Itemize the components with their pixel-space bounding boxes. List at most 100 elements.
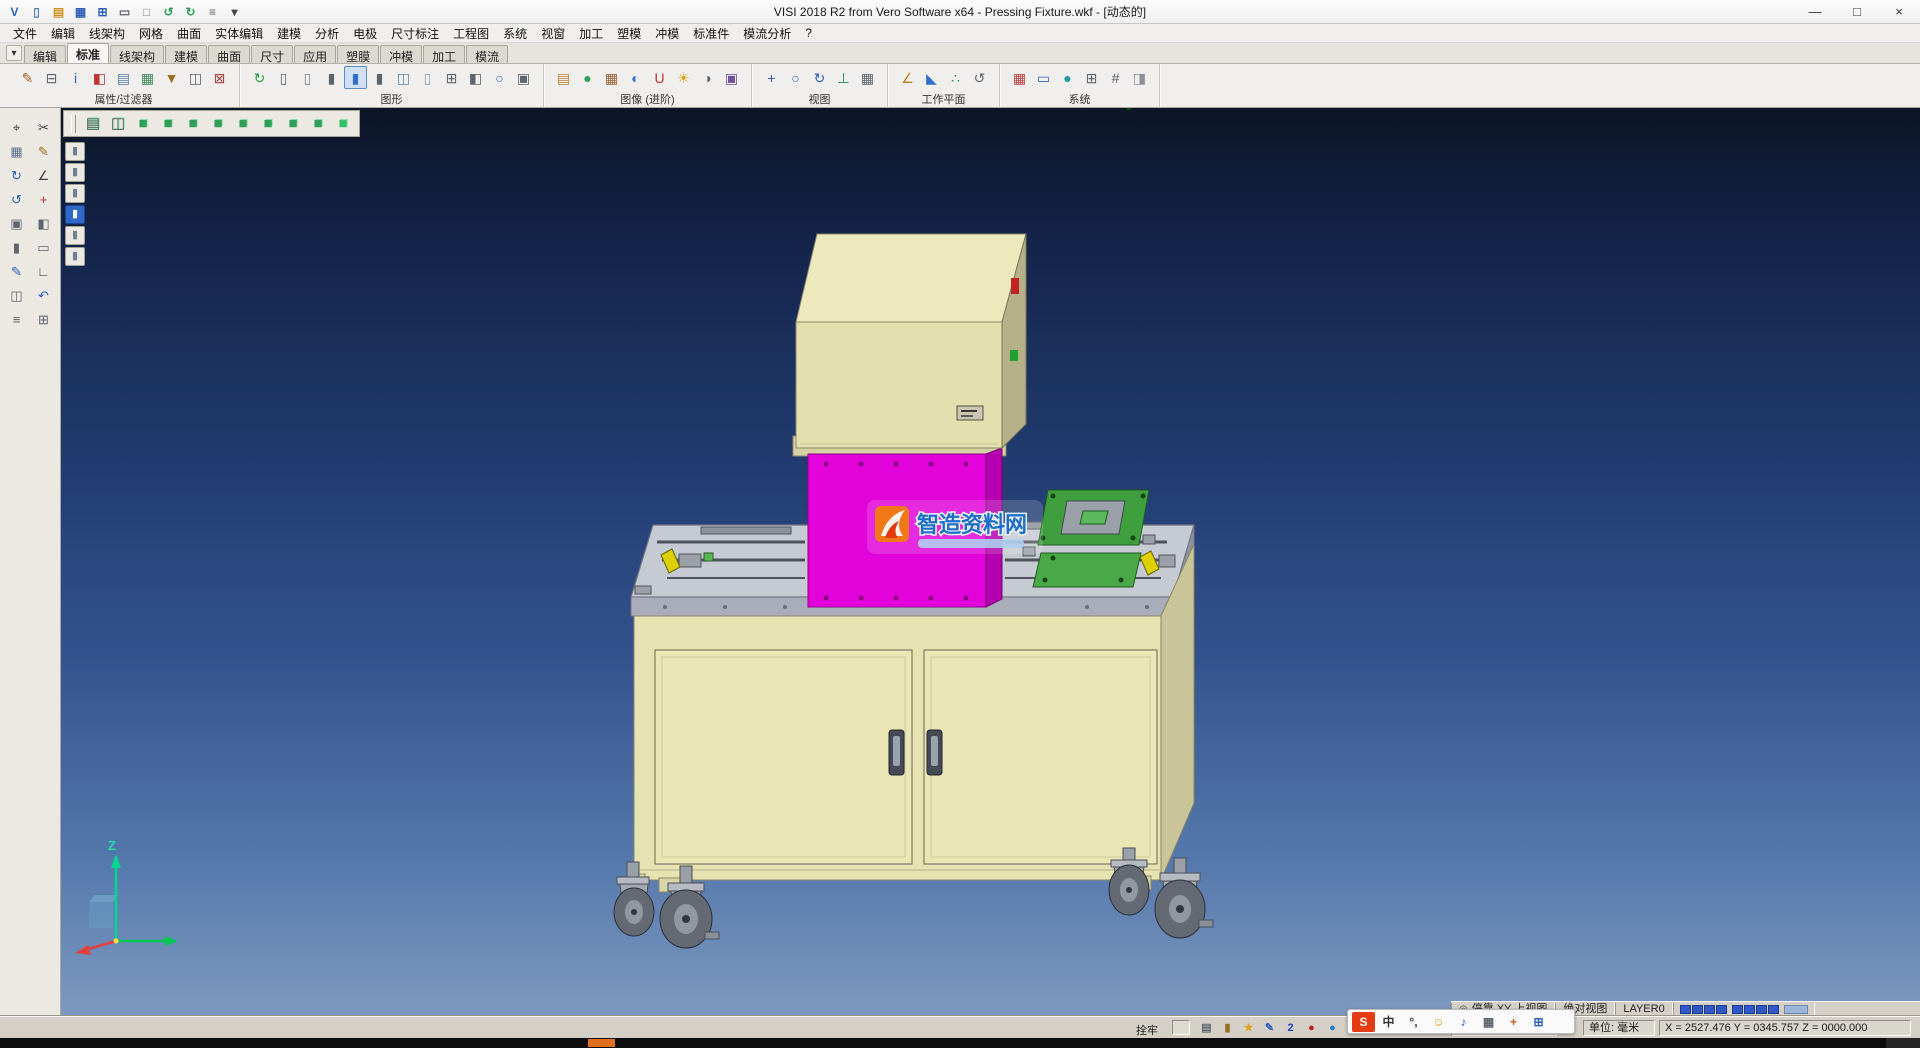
section-view-icon[interactable]: ◧ xyxy=(464,66,487,89)
history-icon[interactable]: ▤ xyxy=(1197,1020,1216,1036)
display-settings-icon[interactable]: ▭ xyxy=(1032,66,1055,89)
type-filter-icon[interactable]: ▦ xyxy=(136,66,159,89)
set-workplane-icon[interactable]: ∠ xyxy=(896,66,919,89)
menu-electrode[interactable]: 电极 xyxy=(346,25,384,42)
render-quality-icon[interactable]: ▤ xyxy=(552,66,575,89)
element-info-icon[interactable]: i xyxy=(64,66,87,89)
view-windows-icon[interactable]: ◫ xyxy=(106,113,130,135)
tab-wireframe[interactable]: 线架构 xyxy=(110,45,164,63)
minimize-button[interactable]: — xyxy=(1794,0,1836,23)
hidden-line-mode-icon[interactable]: ▯ xyxy=(296,66,319,89)
shadows-icon[interactable]: ◑ xyxy=(696,66,719,89)
color-filter-icon[interactable]: ◧ xyxy=(88,66,111,89)
iso-view-icon[interactable]: ■ xyxy=(131,113,155,135)
chinese-mode-icon[interactable]: 中 xyxy=(1377,1012,1400,1032)
input-method-bar[interactable]: S中°,☺♪▦+⊞ xyxy=(1347,1009,1575,1034)
multi-view-icon[interactable]: ⊞ xyxy=(440,66,463,89)
plane-face-icon[interactable]: ◧ xyxy=(31,212,56,234)
zoom-view-icon[interactable]: ○ xyxy=(784,66,807,89)
filter-edges-icon[interactable]: ▮ xyxy=(65,247,85,266)
voice-input-icon[interactable]: ♪ xyxy=(1452,1012,1475,1032)
layer-filter-icon[interactable]: ▤ xyxy=(112,66,135,89)
shaded-edges-mode-icon[interactable]: ▮ xyxy=(368,66,391,89)
wireframe-mode-icon[interactable]: ▯ xyxy=(272,66,295,89)
grid-options-icon[interactable]: ⊞ xyxy=(1080,66,1103,89)
emoji-icon[interactable]: ☺ xyxy=(1427,1012,1450,1032)
menu-solid-edit[interactable]: 实体编辑 xyxy=(208,25,270,42)
info-icon[interactable]: ● xyxy=(1323,1020,1342,1036)
environment-icon[interactable]: ◐ xyxy=(624,66,647,89)
filter-solids-icon[interactable]: ▮ xyxy=(65,205,85,224)
menu-die[interactable]: 冲模 xyxy=(648,25,686,42)
menu-analysis[interactable]: 分析 xyxy=(308,25,346,42)
toolbox-icon[interactable]: + xyxy=(1502,1012,1525,1032)
assist-2d-icon[interactable]: 2 xyxy=(1281,1020,1300,1036)
calculator-icon[interactable]: # xyxy=(1104,66,1127,89)
duplicate-icon[interactable]: ⊞ xyxy=(31,308,56,330)
machine-3d-model[interactable]: 智造资料网 Z xyxy=(61,108,1920,1016)
shaded-mode-icon[interactable]: ▮ xyxy=(344,66,367,89)
soft-keyboard-icon[interactable]: ▦ xyxy=(1477,1012,1500,1032)
maximize-button[interactable]: □ xyxy=(1836,0,1878,23)
undo-icon[interactable]: ↺ xyxy=(158,2,179,21)
dynamic-rotate-icon[interactable]: ■ xyxy=(331,113,355,135)
menu-mould[interactable]: 塑模 xyxy=(610,25,648,42)
layer-manager-icon[interactable]: ≡ xyxy=(4,308,29,330)
tab-surface[interactable]: 曲面 xyxy=(208,45,250,63)
rotate-entity-icon[interactable]: ↻ xyxy=(4,164,29,186)
menu-drafting[interactable]: 工程图 xyxy=(446,25,496,42)
save-icon[interactable]: ▦ xyxy=(70,2,91,21)
selection-filter-icon[interactable]: ▼ xyxy=(160,66,183,89)
menu-help[interactable]: ? xyxy=(798,26,819,40)
menu-flow-analysis[interactable]: 模流分析 xyxy=(736,25,798,42)
punctuation-icon[interactable]: °, xyxy=(1402,1012,1425,1032)
edit-mode-icon[interactable]: ✎ xyxy=(1260,1020,1279,1036)
menu-machining[interactable]: 加工 xyxy=(572,25,610,42)
insert-point-icon[interactable]: + xyxy=(31,188,56,210)
select-icon[interactable]: ⌖ xyxy=(4,116,29,138)
redraw-icon[interactable]: ↻ xyxy=(248,66,271,89)
cylinder-primitive-icon[interactable]: ▮ xyxy=(4,236,29,258)
sogou-logo-icon[interactable]: S xyxy=(1352,1012,1375,1032)
view-to-plane-icon[interactable]: ⊥ xyxy=(832,66,855,89)
menu-wireframe[interactable]: 线架构 xyxy=(82,25,132,42)
align-workplane-icon[interactable]: ◣ xyxy=(920,66,943,89)
menu-surface[interactable]: 曲面 xyxy=(170,25,208,42)
filter-points-icon[interactable]: ▮ xyxy=(65,163,85,182)
snap-grid-icon[interactable]: ▦ xyxy=(4,140,29,162)
magnet-snap-icon[interactable]: U xyxy=(648,66,671,89)
record-icon[interactable]: ● xyxy=(1302,1020,1321,1036)
axonometric-view-icon[interactable]: ■ xyxy=(306,113,330,135)
mask-filter-icon[interactable]: ◫ xyxy=(184,66,207,89)
transparency-icon[interactable]: ◫ xyxy=(392,66,415,89)
menu-mesh[interactable]: 网格 xyxy=(132,25,170,42)
menu-system[interactable]: 系统 xyxy=(496,25,534,42)
copy-attributes-icon[interactable]: ⊟ xyxy=(40,66,63,89)
tab-modeling[interactable]: 建模 xyxy=(165,45,207,63)
quickbar-options-icon[interactable]: ▾ xyxy=(224,2,245,21)
sketch-icon[interactable]: ✎ xyxy=(31,140,56,162)
left-view-icon[interactable]: ■ xyxy=(231,113,255,135)
print-icon[interactable]: ▭ xyxy=(114,2,135,21)
spin-copy-icon[interactable]: ↺ xyxy=(4,188,29,210)
menu-file[interactable]: 文件 xyxy=(6,25,44,42)
tab-edit[interactable]: 编辑 xyxy=(24,45,66,63)
menu-edit[interactable]: 编辑 xyxy=(44,25,82,42)
modify-attributes-icon[interactable]: ✎ xyxy=(16,66,39,89)
workplane-3points-icon[interactable]: ∴ xyxy=(944,66,967,89)
view-list-icon[interactable]: ▤ xyxy=(81,113,105,135)
lighting-icon[interactable]: ☀ xyxy=(672,66,695,89)
reset-filter-icon[interactable]: ⊠ xyxy=(208,66,231,89)
measure-angle-icon[interactable]: ∠ xyxy=(31,164,56,186)
taskbar-app-icon[interactable] xyxy=(588,1039,615,1047)
pan-view-icon[interactable]: + xyxy=(760,66,783,89)
tab-overflow-button[interactable]: ▾ xyxy=(6,45,22,61)
tab-dimension[interactable]: 尺寸 xyxy=(251,45,293,63)
new-file-icon[interactable]: ▯ xyxy=(26,2,47,21)
tab-standard[interactable]: 标准 xyxy=(67,43,109,63)
favorite-icon[interactable]: ★ xyxy=(1239,1020,1258,1036)
image-settings-icon[interactable]: ▣ xyxy=(720,66,743,89)
color-table-icon[interactable]: ▦ xyxy=(1008,66,1031,89)
undo-history-icon[interactable]: ↶ xyxy=(31,284,56,306)
layout-grid-icon[interactable]: ⊞ xyxy=(1527,1012,1550,1032)
